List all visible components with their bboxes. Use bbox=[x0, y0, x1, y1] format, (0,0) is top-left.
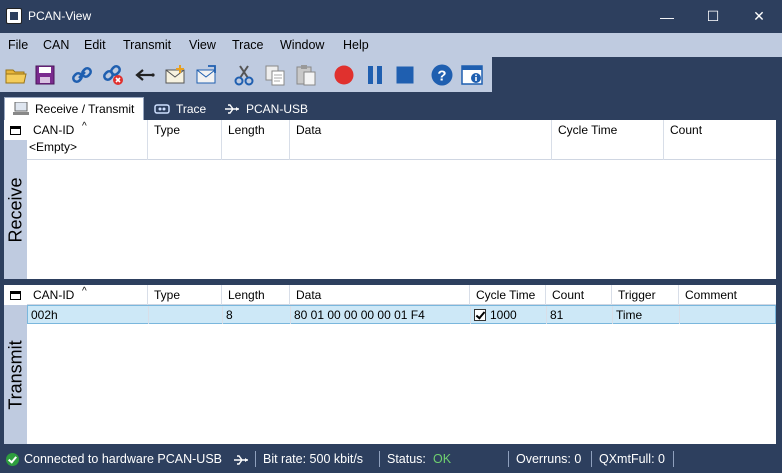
receive-transmit-icon bbox=[13, 102, 29, 115]
connect-icon[interactable] bbox=[69, 62, 95, 88]
tab-label: PCAN-USB bbox=[246, 101, 309, 116]
col-data[interactable]: Data bbox=[289, 120, 551, 160]
app-icon bbox=[6, 8, 22, 24]
window-title: PCAN-View bbox=[28, 9, 92, 23]
receive-grid[interactable]: CAN-ID ^ Type Length Data Cycle Time Coun… bbox=[27, 120, 776, 279]
connection-status: Connected to hardware PCAN-USB bbox=[24, 452, 223, 466]
copy-icon[interactable] bbox=[262, 62, 288, 88]
stop-icon[interactable] bbox=[392, 62, 418, 88]
cell-length[interactable]: 8 bbox=[222, 306, 290, 324]
col-type[interactable]: Type bbox=[147, 120, 221, 160]
cell-cycle-time[interactable]: 1000 bbox=[470, 306, 546, 324]
trace-icon bbox=[154, 103, 170, 114]
status-separator bbox=[591, 451, 592, 467]
svg-text:?: ? bbox=[437, 68, 446, 85]
receive-grid-header: CAN-ID ^ Type Length Data Cycle Time Coun… bbox=[27, 120, 776, 160]
col-count[interactable]: Count bbox=[545, 285, 611, 305]
usb-icon bbox=[234, 455, 248, 465]
tab-pcan-usb[interactable]: PCAN-USB bbox=[216, 97, 316, 120]
title-bar: PCAN-View — ☐ ✕ bbox=[0, 0, 782, 33]
empty-placeholder: <Empty> bbox=[29, 140, 78, 154]
reset-arrow-icon[interactable] bbox=[131, 62, 157, 88]
menu-window[interactable]: Window bbox=[280, 38, 324, 52]
cycle-time-value: 1000 bbox=[490, 308, 517, 322]
transmit-select-all[interactable] bbox=[4, 285, 27, 305]
qxmtfull-status: QXmtFull: 0 bbox=[599, 452, 665, 466]
maximize-button[interactable]: ☐ bbox=[690, 0, 736, 33]
status-value: OK bbox=[433, 452, 452, 466]
status-separator bbox=[379, 451, 380, 467]
col-cycle-time[interactable]: Cycle Time bbox=[551, 120, 663, 160]
new-message-icon[interactable] bbox=[163, 62, 189, 88]
send-message-icon[interactable] bbox=[193, 62, 219, 88]
menu-bar: File CAN Edit Transmit View Trace Window… bbox=[0, 33, 782, 57]
col-can-id[interactable]: CAN-ID ^ bbox=[27, 285, 147, 305]
col-data[interactable]: Data bbox=[289, 285, 469, 305]
tab-trace[interactable]: Trace bbox=[146, 97, 214, 120]
menu-can[interactable]: CAN bbox=[43, 38, 69, 52]
col-type[interactable]: Type bbox=[147, 285, 221, 305]
pause-icon[interactable] bbox=[362, 62, 388, 88]
menu-transmit[interactable]: Transmit bbox=[123, 38, 171, 52]
bitrate-status: Bit rate: 500 kbit/s bbox=[263, 452, 364, 466]
about-info-icon[interactable] bbox=[459, 62, 485, 88]
menu-edit[interactable]: Edit bbox=[84, 38, 106, 52]
close-button[interactable]: ✕ bbox=[736, 0, 782, 33]
tab-label: Trace bbox=[176, 101, 207, 116]
col-length[interactable]: Length bbox=[221, 120, 289, 160]
save-icon[interactable] bbox=[32, 62, 58, 88]
menu-trace[interactable]: Trace bbox=[232, 38, 264, 52]
transmit-panel-label: Transmit bbox=[4, 305, 27, 444]
receive-select-all[interactable] bbox=[4, 120, 27, 140]
record-icon[interactable] bbox=[331, 62, 357, 88]
transmit-grid[interactable]: CAN-ID ^ Type Length Data Cycle Time Coun… bbox=[27, 285, 776, 444]
overruns-status: Overruns: 0 bbox=[516, 452, 582, 466]
cell-count: 81 bbox=[546, 306, 612, 324]
cell-trigger[interactable]: Time bbox=[612, 306, 679, 324]
status-separator bbox=[255, 451, 256, 467]
disconnect-icon[interactable] bbox=[100, 62, 126, 88]
tab-label: Receive / Transmit bbox=[35, 102, 135, 116]
window-icon bbox=[10, 290, 21, 300]
menu-view[interactable]: View bbox=[189, 38, 216, 52]
receive-panel-label-text: Receive bbox=[4, 140, 27, 279]
window-icon bbox=[10, 125, 21, 135]
transmit-grid-header: CAN-ID ^ Type Length Data Cycle Time Coun… bbox=[27, 285, 776, 305]
status-separator bbox=[673, 451, 674, 467]
status-label: Status: bbox=[387, 452, 426, 466]
col-count[interactable]: Count bbox=[663, 120, 776, 160]
paste-icon[interactable] bbox=[293, 62, 319, 88]
usb-icon bbox=[225, 103, 239, 114]
minimize-button[interactable]: — bbox=[644, 0, 690, 33]
status-separator bbox=[508, 451, 509, 467]
cycle-enabled-checkbox[interactable] bbox=[474, 309, 486, 321]
cell-comment[interactable] bbox=[679, 306, 776, 324]
toolbar-filler bbox=[492, 57, 782, 92]
open-folder-icon[interactable] bbox=[3, 62, 29, 88]
tab-strip: Receive / Transmit Trace PCAN-USB bbox=[0, 92, 782, 120]
tab-receive-transmit[interactable]: Receive / Transmit bbox=[4, 97, 144, 120]
cut-icon[interactable] bbox=[231, 62, 257, 88]
cell-type[interactable] bbox=[148, 306, 222, 324]
col-trigger[interactable]: Trigger bbox=[611, 285, 678, 305]
menu-file[interactable]: File bbox=[8, 38, 28, 52]
status-bar: Connected to hardware PCAN-USB Bit rate:… bbox=[0, 446, 782, 473]
col-comment[interactable]: Comment bbox=[678, 285, 776, 305]
col-cycle-time[interactable]: Cycle Time bbox=[469, 285, 545, 305]
connected-ok-icon bbox=[6, 453, 19, 466]
col-length[interactable]: Length bbox=[221, 285, 289, 305]
help-icon[interactable]: ? bbox=[429, 62, 455, 88]
menu-help[interactable]: Help bbox=[343, 38, 369, 52]
cell-data[interactable]: 80 01 00 00 00 00 01 F4 bbox=[290, 306, 470, 324]
cell-can-id[interactable]: 002h bbox=[28, 306, 148, 324]
table-row[interactable]: 002h 8 80 01 00 00 00 00 01 F4 1000 81 T… bbox=[27, 305, 776, 324]
